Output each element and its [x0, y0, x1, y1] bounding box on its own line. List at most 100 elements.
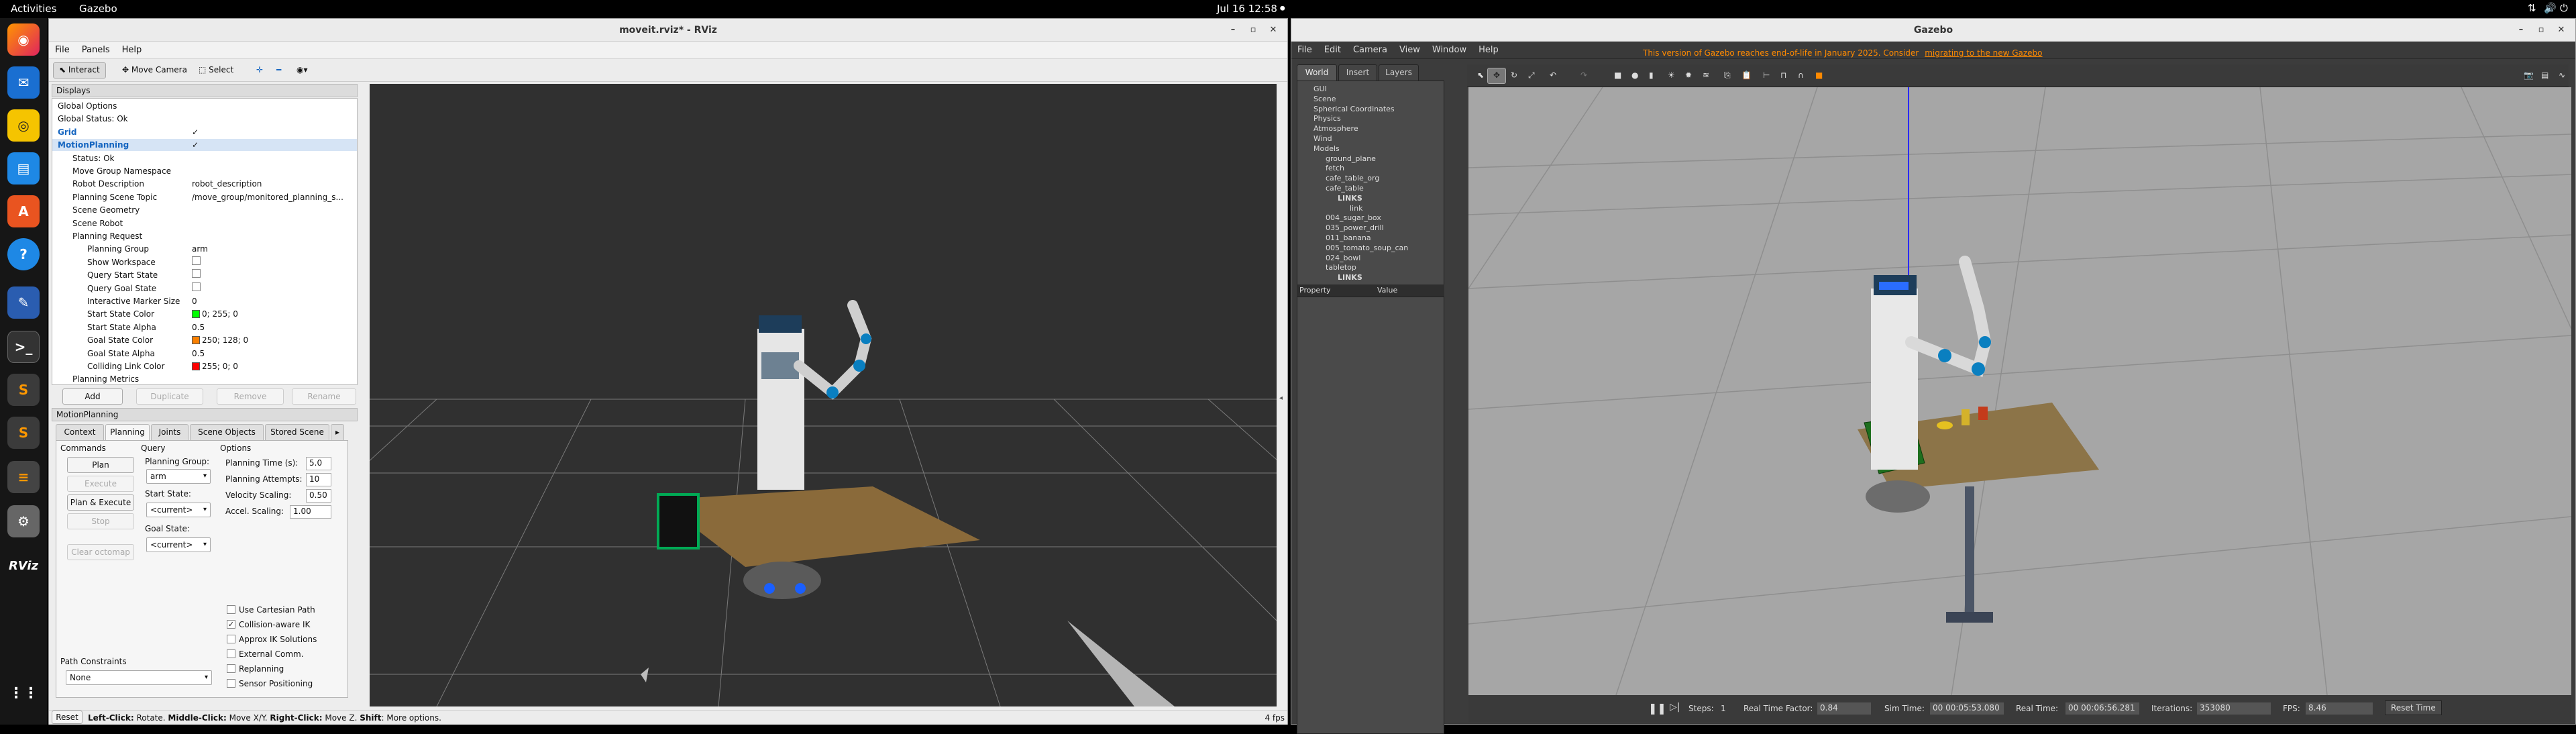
- menu-view[interactable]: View: [1393, 42, 1426, 58]
- magnet-icon[interactable]: ∩: [1792, 68, 1810, 84]
- world-tree-item[interactable]: 004_sugar_box: [1297, 213, 1444, 223]
- execute-button[interactable]: Execute: [67, 476, 134, 492]
- display-row[interactable]: Move Group Namespace: [52, 165, 357, 177]
- activities-button[interactable]: Activities: [11, 3, 56, 15]
- menu-camera[interactable]: Camera: [1347, 42, 1393, 58]
- display-row-value[interactable]: 0: [192, 295, 197, 307]
- close-icon[interactable]: ✕: [1266, 23, 1281, 38]
- world-tree[interactable]: GUI Scene Spherical Coordinates Physics Atmo…: [1297, 81, 1444, 299]
- minimize-icon[interactable]: –: [1226, 23, 1240, 38]
- undo-icon[interactable]: ↶: [1544, 68, 1562, 84]
- thunderbird-icon[interactable]: ✉: [7, 66, 40, 99]
- power-icon[interactable]: ⏻: [2560, 2, 2568, 14]
- display-row-value[interactable]: 0.5: [192, 348, 205, 360]
- active-app-label[interactable]: Gazebo: [79, 3, 117, 15]
- add-button[interactable]: Add: [62, 388, 123, 405]
- remove-button[interactable]: Remove: [217, 388, 284, 405]
- help-icon[interactable]: ?: [7, 238, 40, 270]
- camera-type-icon[interactable]: ◉▾: [290, 62, 314, 78]
- world-tree-item[interactable]: link: [1297, 203, 1444, 213]
- rviz-icon[interactable]: RViz: [7, 549, 40, 582]
- goal-state-select[interactable]: <current>: [146, 537, 211, 552]
- display-row[interactable]: Global Options: [52, 100, 357, 112]
- display-row[interactable]: Scene Geometry: [52, 204, 357, 216]
- menu-help[interactable]: Help: [116, 42, 148, 58]
- display-row[interactable]: Global Status: Ok: [52, 113, 357, 125]
- world-tree-item[interactable]: 005_tomato_soup_can: [1297, 243, 1444, 253]
- world-tree-item[interactable]: GUI: [1297, 84, 1444, 94]
- display-row-value[interactable]: ✓: [192, 126, 199, 138]
- redo-icon[interactable]: ↷: [1574, 68, 1593, 84]
- world-tree-item[interactable]: Spherical Coordinates: [1297, 104, 1444, 114]
- menu-window[interactable]: Window: [1426, 42, 1472, 58]
- world-tree-item[interactable]: LINKS: [1297, 272, 1444, 282]
- velocity-scaling-input[interactable]: 0.50: [306, 489, 331, 503]
- displays-tree[interactable]: Global Options Global Status: Ok Grid ✓ Moti…: [52, 98, 358, 385]
- plot-icon[interactable]: ∿: [2553, 68, 2571, 84]
- world-tree-item[interactable]: fetch: [1297, 163, 1444, 173]
- sublime-text-icon[interactable]: S: [7, 417, 40, 449]
- tab-world[interactable]: World: [1297, 64, 1337, 81]
- paste-icon[interactable]: 📋: [1735, 68, 1758, 84]
- display-row[interactable]: Show Workspace: [52, 256, 357, 268]
- minimize-icon[interactable]: –: [2514, 23, 2528, 38]
- tab-scroll-right-icon[interactable]: ▸: [331, 424, 344, 440]
- migration-link[interactable]: migrating to the new Gazebo: [1925, 48, 2042, 58]
- translate-mode-icon[interactable]: ✥: [1487, 68, 1507, 84]
- display-row[interactable]: Interactive Marker Size 0: [52, 295, 357, 307]
- plan-button[interactable]: Plan: [67, 457, 134, 473]
- rotate-mode-icon[interactable]: ↻: [1505, 68, 1523, 84]
- gazebo-titlebar[interactable]: Gazebo – ▫ ✕: [1291, 19, 2575, 42]
- display-row[interactable]: Planning Metrics: [52, 373, 357, 384]
- display-row-value[interactable]: [192, 269, 201, 281]
- display-row-value[interactable]: [192, 256, 201, 268]
- move-camera-button[interactable]: ✥ Move Camera: [116, 62, 193, 78]
- display-row[interactable]: Start State Alpha 0.5: [52, 321, 357, 333]
- world-tree-item[interactable]: LINKS: [1297, 193, 1444, 203]
- option-checkbox[interactable]: ✓: [227, 620, 235, 629]
- clock[interactable]: Jul 16 12:58: [1217, 3, 1277, 15]
- select-button[interactable]: ⬚ Select: [193, 62, 239, 78]
- tab-context[interactable]: Context: [56, 424, 104, 440]
- world-tree-item[interactable]: ground_plane: [1297, 154, 1444, 164]
- tab-layers[interactable]: Layers: [1379, 64, 1419, 81]
- log-icon[interactable]: ▤: [2535, 68, 2555, 84]
- display-row[interactable]: Colliding Link Color 255; 0; 0: [52, 360, 357, 372]
- app-center-icon[interactable]: A: [7, 195, 40, 227]
- tab-stored-scenes[interactable]: Stored Scene: [265, 424, 329, 440]
- display-row[interactable]: Planning Group arm: [52, 243, 357, 255]
- world-tree-item[interactable]: Atmosphere: [1297, 123, 1444, 134]
- display-row-value[interactable]: 0.5: [192, 321, 205, 333]
- world-tree-item[interactable]: 035_power_drill: [1297, 223, 1444, 233]
- tab-planning[interactable]: Planning: [105, 424, 150, 440]
- world-tree-item[interactable]: Models: [1297, 144, 1444, 154]
- world-tree-item[interactable]: Scene: [1297, 94, 1444, 104]
- display-row[interactable]: Robot Description robot_description: [52, 178, 357, 190]
- menu-file[interactable]: File: [49, 42, 76, 58]
- display-row[interactable]: Goal State Alpha 0.5: [52, 348, 357, 360]
- sublime-text-icon[interactable]: S: [7, 374, 40, 406]
- world-tree-item[interactable]: Wind: [1297, 134, 1444, 144]
- plan-execute-button[interactable]: Plan & Execute: [67, 494, 134, 511]
- rename-button[interactable]: Rename: [292, 388, 356, 405]
- reset-view-button[interactable]: Reset: [52, 711, 83, 724]
- start-state-select[interactable]: <current>: [146, 503, 211, 517]
- cylinder-shape-icon[interactable]: ▮: [1643, 68, 1660, 84]
- option-checkbox[interactable]: [227, 679, 235, 688]
- display-row-value[interactable]: arm: [192, 243, 208, 255]
- point-light-icon[interactable]: ☀: [1662, 68, 1681, 84]
- settings-icon[interactable]: ⚙: [7, 505, 40, 537]
- rhythmbox-icon[interactable]: ◎: [7, 109, 40, 142]
- video-record-icon[interactable]: ▭: [2570, 68, 2576, 84]
- display-row[interactable]: Status: Ok: [52, 152, 357, 164]
- menu-file[interactable]: File: [1291, 42, 1318, 58]
- planning-group-select[interactable]: arm: [146, 469, 211, 484]
- close-icon[interactable]: ✕: [2554, 23, 2569, 38]
- rviz-3d-viewport[interactable]: [370, 84, 1277, 706]
- path-constraints-select[interactable]: None: [66, 670, 212, 685]
- spot-light-icon[interactable]: ✹: [1679, 68, 1698, 84]
- display-row[interactable]: Query Start State: [52, 269, 357, 281]
- planning-time-input[interactable]: 5.0: [306, 457, 331, 470]
- tab-joints[interactable]: Joints: [151, 424, 189, 440]
- option-checkbox[interactable]: [227, 664, 235, 673]
